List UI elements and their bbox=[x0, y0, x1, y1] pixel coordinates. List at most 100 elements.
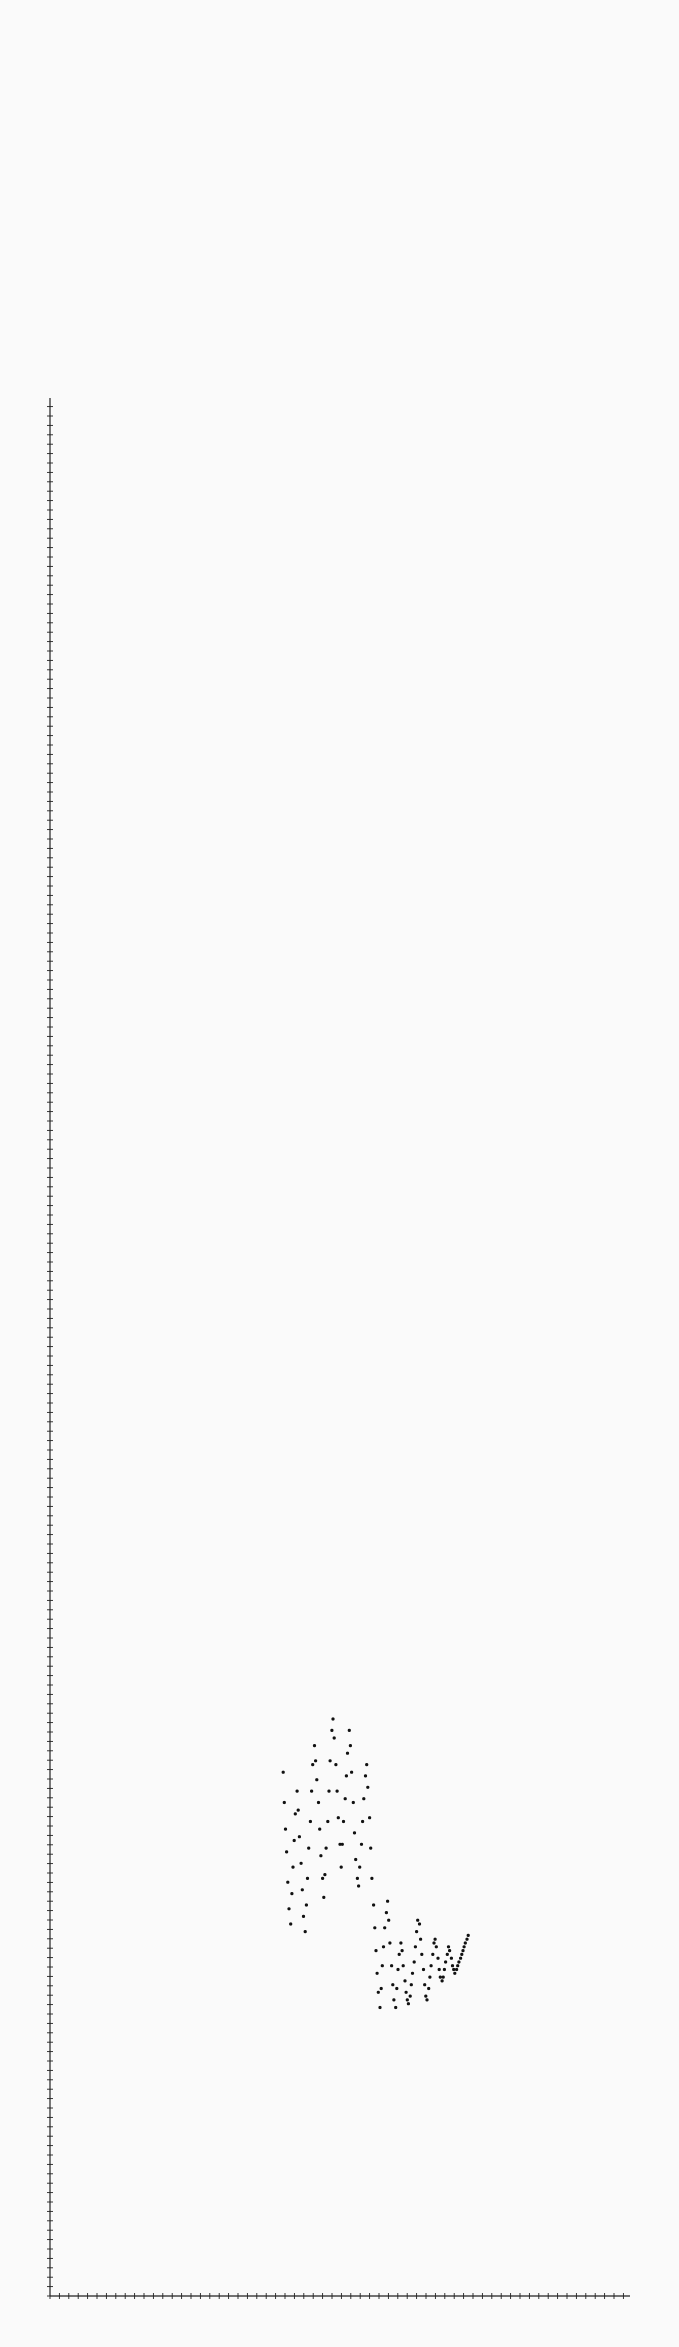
data-point bbox=[391, 1983, 395, 1987]
data-point bbox=[307, 1846, 311, 1850]
data-point bbox=[394, 2005, 398, 2010]
data-point bbox=[318, 1827, 322, 1831]
data-point bbox=[352, 1831, 357, 1835]
data-point bbox=[326, 1819, 330, 1824]
data-point bbox=[412, 1960, 416, 1964]
data-point bbox=[331, 1717, 335, 1721]
data-point bbox=[460, 1952, 464, 1956]
data-point bbox=[369, 1846, 373, 1850]
data-point bbox=[283, 1827, 288, 1831]
data-point bbox=[321, 1876, 325, 1880]
data-point bbox=[397, 1952, 401, 1956]
data-point bbox=[403, 1979, 407, 1983]
chart-axes bbox=[47, 398, 630, 2299]
data-point bbox=[290, 1892, 294, 1896]
data-point bbox=[415, 1930, 419, 1934]
data-point bbox=[395, 1986, 399, 1991]
data-point bbox=[301, 1914, 306, 1918]
data-point bbox=[452, 1967, 456, 1972]
data-point bbox=[404, 1990, 408, 1994]
data-point bbox=[427, 1986, 431, 1991]
data-point bbox=[361, 1819, 365, 1824]
data-point bbox=[343, 1797, 347, 1801]
data-point bbox=[322, 1895, 326, 1899]
data-point bbox=[334, 1763, 338, 1767]
data-point bbox=[363, 1774, 368, 1778]
data-point bbox=[442, 1967, 446, 1972]
data-point bbox=[462, 1945, 466, 1949]
data-point bbox=[374, 1949, 378, 1953]
data-point bbox=[392, 1998, 396, 2002]
data-point bbox=[420, 1952, 424, 1956]
data-point bbox=[438, 1975, 442, 1979]
data-point bbox=[304, 1903, 308, 1907]
data-point bbox=[319, 1854, 323, 1858]
data-point bbox=[315, 1778, 319, 1782]
data-point bbox=[459, 1956, 463, 1960]
data-point bbox=[316, 1800, 321, 1805]
data-point bbox=[445, 1952, 449, 1956]
data-point bbox=[354, 1857, 358, 1862]
data-point bbox=[410, 1971, 415, 1975]
data-point bbox=[387, 1918, 391, 1922]
data-point bbox=[376, 1990, 380, 1994]
data-point bbox=[375, 1971, 379, 1975]
data-point bbox=[433, 1937, 437, 1941]
data-point bbox=[456, 1964, 460, 1968]
data-point bbox=[390, 1964, 394, 1968]
data-point bbox=[310, 1789, 314, 1793]
data-point bbox=[434, 1945, 438, 1949]
scatter-chart bbox=[47, 398, 630, 2299]
data-point bbox=[441, 1975, 445, 1979]
data-point bbox=[440, 1979, 444, 1983]
data-point bbox=[366, 1785, 370, 1789]
data-point bbox=[413, 1945, 417, 1949]
data-point bbox=[285, 1850, 289, 1854]
data-point bbox=[291, 1865, 295, 1869]
data-point bbox=[378, 2005, 382, 2010]
data-point bbox=[299, 1861, 303, 1865]
data-point bbox=[424, 1994, 428, 1998]
data-point bbox=[347, 1728, 351, 1732]
data-point bbox=[432, 1941, 436, 1945]
data-point bbox=[355, 1876, 359, 1880]
data-points bbox=[281, 1717, 470, 2010]
data-point bbox=[295, 1789, 299, 1793]
data-point bbox=[312, 1744, 317, 1748]
data-point bbox=[348, 1744, 352, 1748]
data-point bbox=[455, 1967, 459, 1972]
data-point bbox=[466, 1933, 470, 1937]
data-point bbox=[281, 1770, 285, 1774]
data-point bbox=[358, 1865, 362, 1869]
data-point bbox=[287, 1907, 291, 1911]
data-point bbox=[365, 1763, 369, 1767]
data-point bbox=[359, 1842, 364, 1846]
data-point bbox=[297, 1835, 301, 1839]
data-point bbox=[384, 1911, 388, 1915]
data-point bbox=[450, 1964, 455, 1968]
data-point bbox=[314, 1759, 318, 1763]
data-point bbox=[431, 1952, 435, 1956]
data-point bbox=[401, 1964, 405, 1968]
data-point bbox=[328, 1759, 332, 1763]
data-point bbox=[293, 1812, 297, 1816]
data-point bbox=[429, 1964, 433, 1968]
data-point bbox=[282, 1800, 286, 1805]
data-point bbox=[388, 1941, 392, 1945]
data-point bbox=[362, 1797, 366, 1801]
data-point bbox=[335, 1789, 339, 1793]
data-point bbox=[463, 1941, 467, 1945]
data-point bbox=[416, 1918, 420, 1922]
data-point bbox=[449, 1956, 453, 1960]
data-point bbox=[400, 1949, 404, 1953]
data-point bbox=[370, 1876, 374, 1880]
data-point bbox=[448, 1949, 452, 1953]
data-point bbox=[446, 1945, 451, 1949]
data-point bbox=[344, 1774, 348, 1778]
data-point bbox=[417, 1922, 422, 1926]
data-point bbox=[423, 1983, 427, 1987]
data-point bbox=[406, 2002, 410, 2006]
data-point bbox=[323, 1873, 327, 1877]
data-point bbox=[386, 1899, 390, 1903]
data-point bbox=[308, 1819, 312, 1824]
